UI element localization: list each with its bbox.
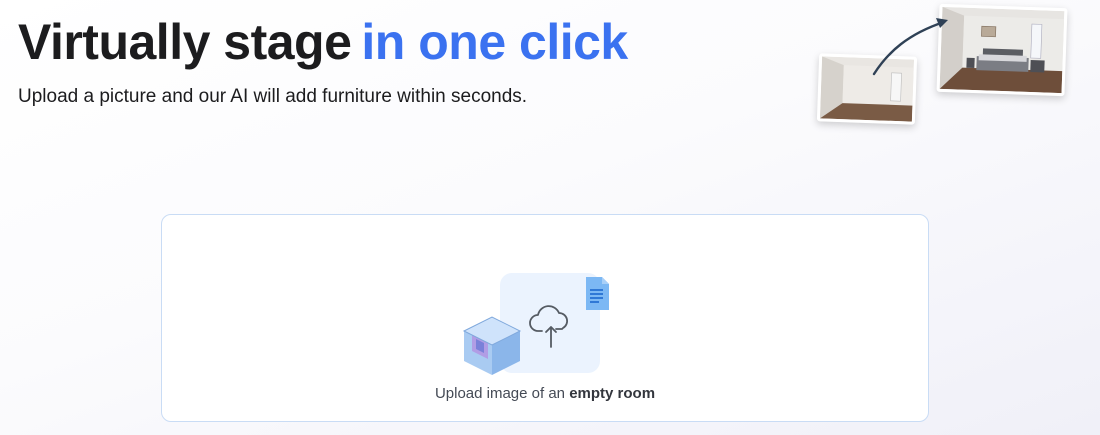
upload-caption: Upload image of an empty room [162,385,928,402]
curved-arrow-icon [872,18,948,76]
page-subtitle: Upload a picture and our AI will add fur… [18,86,528,107]
caption-emphasis: empty room [569,385,656,402]
title-accent: in one click [361,14,628,70]
page-title: Virtually stage in one click [18,14,628,70]
caption-prefix: Upload image of an [434,385,570,402]
title-main: Virtually stage [18,14,352,70]
upload-dropzone[interactable]: Upload image of an empty room [161,214,929,422]
upload-illustration [462,273,609,375]
document-icon [586,277,609,310]
